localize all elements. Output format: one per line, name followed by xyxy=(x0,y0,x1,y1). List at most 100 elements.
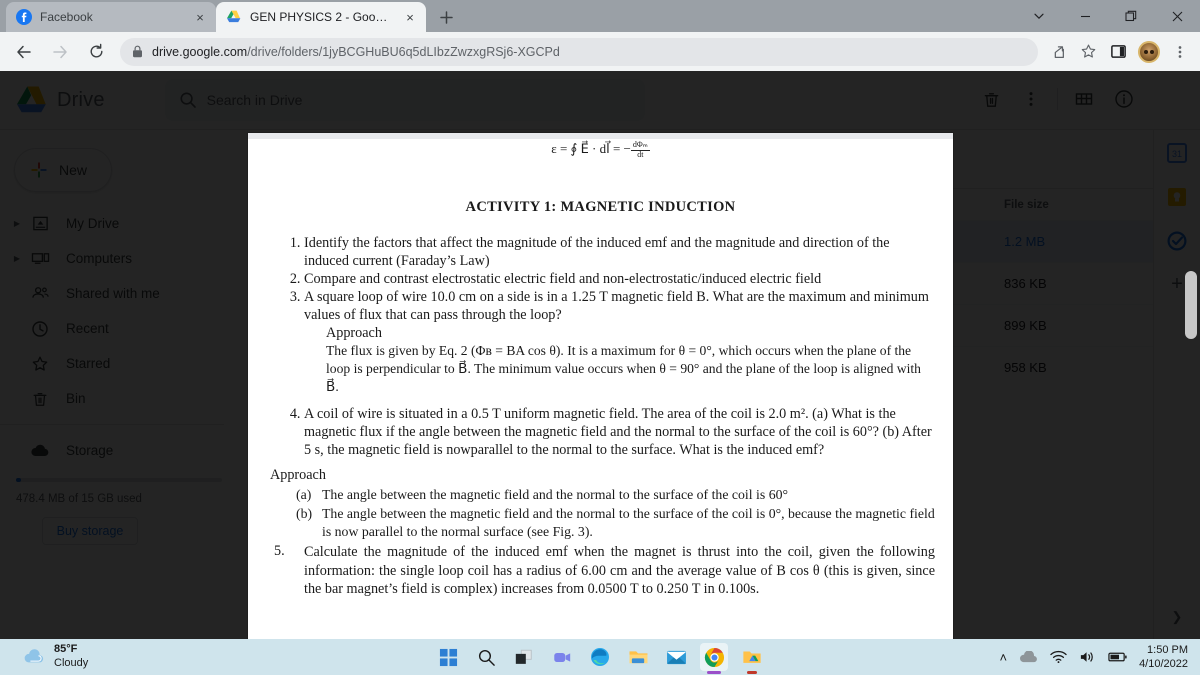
url-path: /drive/folders/1jyBCGHuBU6q5dLIbzZwzxgRS… xyxy=(247,44,560,59)
address-bar[interactable]: drive.google.com/drive/folders/1jyBCGHuB… xyxy=(120,37,1038,66)
close-window-button[interactable] xyxy=(1154,0,1200,32)
mail-icon[interactable] xyxy=(662,643,690,671)
taskbar-apps xyxy=(434,643,766,674)
browser-tab-gen-physics[interactable]: GEN PHYSICS 2 - Google Drive × xyxy=(216,2,426,32)
storage-usage-text: 478.4 MB of 15 GB used xyxy=(16,493,142,505)
google-tasks-icon[interactable] xyxy=(1166,230,1188,252)
new-tab-button[interactable] xyxy=(432,3,460,31)
document-page: ε = ∮ E⃗ · dl⃗ = − dΦₘ dt ACTIVITY 1: MAGN… xyxy=(248,140,953,599)
google-drive-app-icon[interactable] xyxy=(738,643,766,674)
weather-widget[interactable]: 85°F Cloudy xyxy=(0,643,220,671)
grid-view-icon[interactable] xyxy=(1064,79,1104,119)
activity-title: ACTIVITY 1: MAGNETIC INDUCTION xyxy=(465,199,736,215)
list-item: (a) The angle between the magnetic field… xyxy=(296,486,935,504)
maximize-button[interactable] xyxy=(1108,0,1154,32)
search-icon[interactable] xyxy=(472,643,500,671)
google-drive-logo xyxy=(17,86,46,113)
tab-search-chevron-icon[interactable] xyxy=(1016,0,1062,32)
clock-date: 4/10/2022 xyxy=(1139,658,1188,670)
task-view-icon[interactable] xyxy=(510,643,538,671)
chevron-right-icon[interactable]: ▶ xyxy=(8,219,26,228)
divider xyxy=(0,424,224,425)
sidebar-item-label: Recent xyxy=(66,321,109,336)
question-list: Identify the factors that affect the mag… xyxy=(266,234,935,459)
collapse-rail-chevron-icon[interactable]: ❯ xyxy=(1172,609,1183,625)
formula-denominator: dt xyxy=(637,149,644,159)
minimize-button[interactable] xyxy=(1062,0,1108,32)
close-icon[interactable]: × xyxy=(192,9,208,25)
microsoft-teams-icon[interactable] xyxy=(548,643,576,671)
list-item: Compare and contrast electrostatic elect… xyxy=(304,270,935,288)
microsoft-edge-icon[interactable] xyxy=(586,643,614,671)
clock-time: 1:50 PM xyxy=(1147,643,1188,656)
part-marker: (a) xyxy=(296,487,312,503)
sidebar-item-starred[interactable]: Starred xyxy=(0,346,224,381)
reload-button[interactable] xyxy=(81,37,111,67)
question-text: A coil of wire is situated in a 0.5 T un… xyxy=(304,406,932,459)
browser-toolbar: drive.google.com/drive/folders/1jyBCGHuB… xyxy=(0,32,1200,71)
weather-text: 85°F Cloudy xyxy=(54,643,88,671)
google-calendar-icon[interactable]: 31 xyxy=(1166,142,1188,164)
delete-trash-icon[interactable] xyxy=(971,79,1011,119)
address-bar-url: drive.google.com/drive/folders/1jyBCGHuB… xyxy=(152,45,560,59)
page-content: Drive Search in Drive New ▶ My Drive ▶ C… xyxy=(0,71,1200,639)
question-text: Compare and contrast electrostatic elect… xyxy=(304,271,822,288)
preview-scrollbar-thumb[interactable] xyxy=(1185,271,1197,339)
file-explorer-icon[interactable] xyxy=(624,643,652,671)
chevron-right-icon[interactable]: ▶ xyxy=(8,254,26,263)
approach-2: Approach (a) The angle between the magne… xyxy=(266,467,935,598)
sidebar-item-label: Computers xyxy=(66,251,133,266)
new-button[interactable]: New xyxy=(14,148,112,192)
formula-lhs: ε = ∮ E⃗ · dl⃗ = − xyxy=(551,141,631,156)
bookmark-star-icon[interactable] xyxy=(1074,38,1102,66)
drive-action-bar xyxy=(971,79,1144,119)
plus-icon xyxy=(439,10,453,24)
bin-trash-icon xyxy=(26,390,54,408)
start-button-icon[interactable] xyxy=(434,643,462,671)
sidebar-item-shared-with-me[interactable]: Shared with me xyxy=(0,276,224,311)
sidebar-item-recent[interactable]: Recent xyxy=(0,311,224,346)
forward-button[interactable] xyxy=(45,37,75,67)
taskbar-clock[interactable]: 1:50 PM 4/10/2022 xyxy=(1139,643,1188,672)
storage-cloud-icon xyxy=(26,443,54,458)
onedrive-cloud-icon[interactable] xyxy=(1019,650,1038,664)
tray-expand-chevron-icon[interactable]: ˄ xyxy=(999,650,1007,665)
side-panel-icon[interactable] xyxy=(1104,38,1132,66)
preview-top-strip xyxy=(248,133,953,139)
browser-tab-facebook[interactable]: Facebook × xyxy=(6,2,216,32)
volume-icon[interactable] xyxy=(1079,650,1096,664)
list-item: A coil of wire is situated in a 0.5 T un… xyxy=(304,405,935,459)
approach-body: The flux is given by Eq. 2 (Φʙ = BA cos … xyxy=(326,343,921,394)
google-chrome-icon[interactable] xyxy=(700,643,728,674)
induction-formula: ε = ∮ E⃗ · dl⃗ = − dΦₘ dt xyxy=(266,140,935,165)
question-marker: 5. xyxy=(274,543,285,560)
sidebar-item-bin[interactable]: Bin xyxy=(0,381,224,416)
profile-avatar[interactable] xyxy=(1138,40,1160,63)
drive-search-box[interactable]: Search in Drive xyxy=(164,79,645,121)
back-button[interactable] xyxy=(9,37,39,67)
tab-title: GEN PHYSICS 2 - Google Drive xyxy=(250,10,394,24)
battery-icon[interactable] xyxy=(1108,651,1127,663)
new-button-label: New xyxy=(59,162,88,178)
chrome-menu-icon[interactable] xyxy=(1166,38,1194,66)
sidebar-item-storage[interactable]: Storage xyxy=(0,433,224,468)
part-text: The angle between the magnetic field and… xyxy=(322,505,935,539)
storage-progress-fill xyxy=(16,478,21,482)
details-info-icon[interactable] xyxy=(1104,79,1144,119)
weather-condition: Cloudy xyxy=(54,657,89,669)
part-marker: (b) xyxy=(296,505,313,521)
share-icon[interactable] xyxy=(1044,38,1072,66)
google-keep-icon[interactable] xyxy=(1166,186,1188,208)
wifi-icon[interactable] xyxy=(1050,650,1067,664)
close-icon[interactable]: × xyxy=(402,9,418,25)
sidebar-item-my-drive[interactable]: ▶ My Drive xyxy=(0,206,224,241)
sidebar-item-label: Starred xyxy=(66,356,111,371)
weather-cloud-icon xyxy=(24,649,44,663)
add-app-plus-icon[interactable]: + xyxy=(1171,274,1183,294)
sidebar-item-computers[interactable]: ▶ Computers xyxy=(0,241,224,276)
buy-storage-button[interactable]: Buy storage xyxy=(42,517,138,545)
more-options-icon[interactable] xyxy=(1011,79,1051,119)
question-text: Calculate the magnitude of the induced e… xyxy=(304,544,935,598)
storage-progress-bar xyxy=(16,478,222,482)
lock-icon xyxy=(133,45,142,58)
